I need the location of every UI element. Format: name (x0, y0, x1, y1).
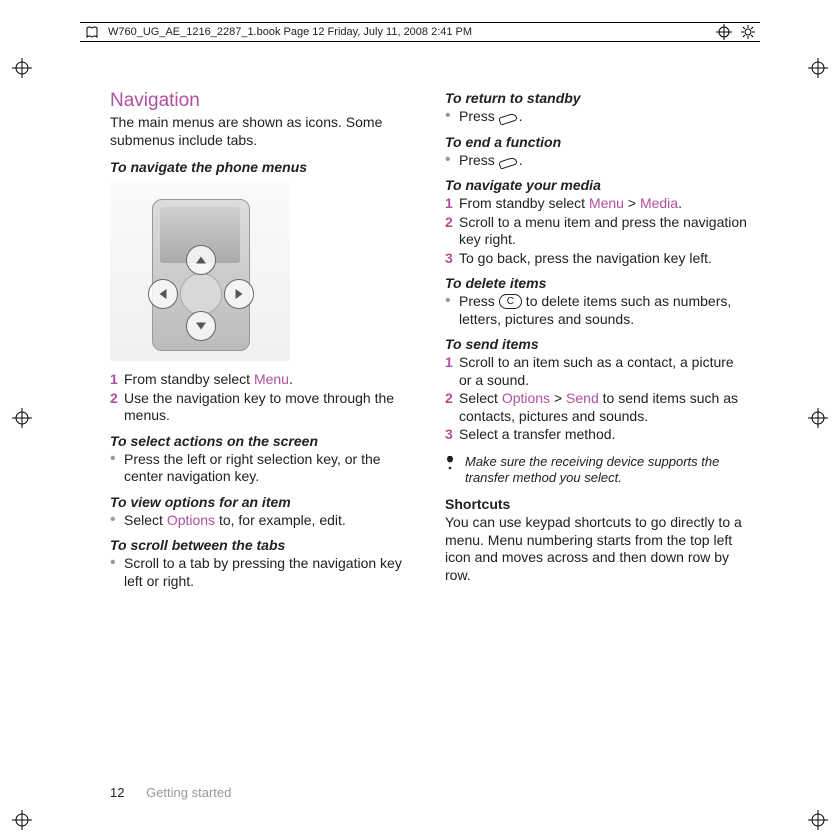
step-text: To go back, press the navigation key lef… (459, 250, 750, 268)
step-text: From standby select Menu > Media. (459, 195, 750, 213)
subheading-select-actions: To select actions on the screen (110, 433, 415, 449)
arrow-down-icon (186, 311, 216, 341)
subheading-navigate-media: To navigate your media (445, 177, 750, 193)
gear-icon (740, 24, 756, 40)
subheading-delete-items: To delete items (445, 275, 750, 291)
send-items-steps: 1 Scroll to an item such as a contact, a… (445, 354, 750, 444)
bullet-icon: • (445, 152, 459, 170)
dpad-icon (180, 273, 222, 315)
crop-mark-icon (716, 24, 732, 40)
step-number: 2 (110, 390, 124, 425)
step-text: Select a transfer method. (459, 426, 750, 444)
c-key-icon: C (499, 294, 522, 309)
note-callout: Make sure the receiving device supports … (445, 454, 750, 487)
send-link: Send (566, 390, 599, 406)
list-item: • Press . (445, 108, 750, 126)
return-standby-list: • Press . (445, 108, 750, 126)
arrow-right-icon (224, 279, 254, 309)
bullet-text: Press . (459, 152, 750, 170)
subheading-return-standby: To return to standby (445, 90, 750, 106)
list-item: • Scroll to a tab by pressing the naviga… (110, 555, 415, 590)
left-column: Navigation The main menus are shown as i… (110, 90, 415, 760)
bullet-text: Press C to delete items such as numbers,… (459, 293, 750, 328)
framemaker-header: W760_UG_AE_1216_2287_1.book Page 12 Frid… (80, 22, 760, 42)
view-options-list: • Select Options to, for example, edit. (110, 512, 415, 530)
menu-link: Menu (589, 195, 624, 211)
page-number: 12 (110, 785, 124, 800)
list-item: 1 From standby select Menu. (110, 371, 415, 389)
step-text: Scroll to an item such as a contact, a p… (459, 354, 750, 389)
page-footer: 12 Getting started (110, 785, 231, 800)
step-number: 1 (110, 371, 124, 389)
crop-mark-icon (12, 58, 32, 78)
step-text: Select Options > Send to send items such… (459, 390, 750, 425)
book-icon (84, 24, 100, 40)
list-item: • Press the left or right selection key,… (110, 451, 415, 486)
subheading-end-function: To end a function (445, 134, 750, 150)
crop-mark-icon (12, 810, 32, 830)
list-item: • Press C to delete items such as number… (445, 293, 750, 328)
step-number: 2 (445, 390, 459, 425)
step-text: From standby select Menu. (124, 371, 415, 389)
bullet-icon: • (110, 451, 124, 486)
end-key-icon (499, 156, 519, 166)
section-heading-navigation: Navigation (110, 90, 415, 112)
navigate-menus-steps: 1 From standby select Menu. 2 Use the na… (110, 371, 415, 425)
subheading-send-items: To send items (445, 336, 750, 352)
step-number: 1 (445, 354, 459, 389)
crop-mark-icon (808, 408, 828, 428)
bullet-icon: • (110, 555, 124, 590)
subheading-view-options: To view options for an item (110, 494, 415, 510)
bullet-text: Press . (459, 108, 750, 126)
crop-mark-icon (808, 810, 828, 830)
list-item: • Press . (445, 152, 750, 170)
step-number: 3 (445, 426, 459, 444)
phone-navigation-illustration (110, 181, 290, 361)
step-number: 3 (445, 250, 459, 268)
list-item: 3 To go back, press the navigation key l… (445, 250, 750, 268)
list-item: 1 From standby select Menu > Media. (445, 195, 750, 213)
bullet-text: Scroll to a tab by pressing the navigati… (124, 555, 415, 590)
select-actions-list: • Press the left or right selection key,… (110, 451, 415, 486)
scroll-tabs-list: • Scroll to a tab by pressing the naviga… (110, 555, 415, 590)
header-filename: W760_UG_AE_1216_2287_1.book Page 12 Frid… (104, 26, 476, 38)
right-column: To return to standby • Press . To end a … (445, 90, 750, 760)
bullet-text: Select Options to, for example, edit. (124, 512, 415, 530)
step-number: 2 (445, 214, 459, 249)
step-text: Use the navigation key to move through t… (124, 390, 415, 425)
page-content: Navigation The main menus are shown as i… (110, 90, 750, 760)
note-text: Make sure the receiving device supports … (465, 454, 750, 487)
footer-section: Getting started (146, 785, 231, 800)
list-item: 2 Use the navigation key to move through… (110, 390, 415, 425)
shortcuts-text: You can use keypad shortcuts to go direc… (445, 514, 750, 584)
list-item: • Select Options to, for example, edit. (110, 512, 415, 530)
media-link: Media (640, 195, 678, 211)
bullet-text: Press the left or right selection key, o… (124, 451, 415, 486)
list-item: 3 Select a transfer method. (445, 426, 750, 444)
step-text: Scroll to a menu item and press the navi… (459, 214, 750, 249)
crop-mark-icon (12, 408, 32, 428)
step-number: 1 (445, 195, 459, 213)
subheading-navigate-menus: To navigate the phone menus (110, 159, 415, 175)
list-item: 2 Scroll to a menu item and press the na… (445, 214, 750, 249)
options-link: Options (502, 390, 550, 406)
list-item: 2 Select Options > Send to send items su… (445, 390, 750, 425)
intro-text: The main menus are shown as icons. Some … (110, 114, 415, 149)
bullet-icon: • (445, 293, 459, 328)
end-function-list: • Press . (445, 152, 750, 170)
arrow-up-icon (186, 245, 216, 275)
info-icon (445, 454, 457, 487)
navigate-media-steps: 1 From standby select Menu > Media. 2 Sc… (445, 195, 750, 267)
bullet-icon: • (445, 108, 459, 126)
crop-mark-icon (808, 58, 828, 78)
subheading-scroll-tabs: To scroll between the tabs (110, 537, 415, 553)
delete-items-list: • Press C to delete items such as number… (445, 293, 750, 328)
end-key-icon (499, 112, 519, 122)
subheading-shortcuts: Shortcuts (445, 496, 750, 512)
bullet-icon: • (110, 512, 124, 530)
list-item: 1 Scroll to an item such as a contact, a… (445, 354, 750, 389)
options-link: Options (167, 512, 215, 528)
menu-link: Menu (254, 371, 289, 387)
arrow-left-icon (148, 279, 178, 309)
